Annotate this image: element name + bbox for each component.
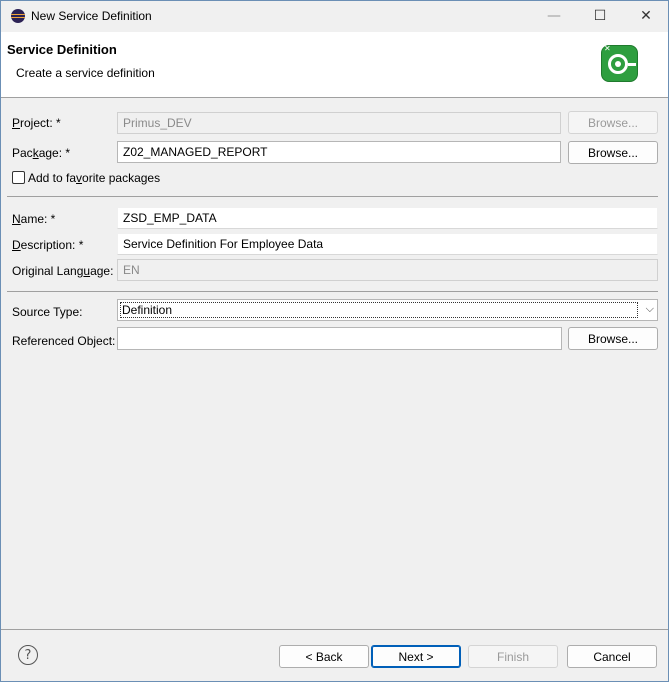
next-button[interactable]: Next > <box>371 645 461 668</box>
favorite-packages-checkbox[interactable] <box>12 171 25 184</box>
close-button[interactable]: ✕ <box>623 1 669 31</box>
referenced-object-field[interactable] <box>117 327 562 350</box>
referenced-object-label: Referenced Object: <box>12 334 116 348</box>
referenced-object-browse-button[interactable]: Browse... <box>568 327 658 350</box>
name-field[interactable]: ZSD_EMP_DATA <box>117 207 658 229</box>
package-label: Package: * <box>12 146 71 160</box>
minimize-button[interactable]: — <box>531 1 577 31</box>
project-field: Primus_DEV <box>117 112 561 134</box>
title-bar: New Service Definition — ☐ ✕ <box>1 1 668 31</box>
chevron-down-icon: ⌵ <box>645 302 654 315</box>
wizard-title: Service Definition <box>7 42 117 57</box>
separator <box>7 196 658 197</box>
maximize-button[interactable]: ☐ <box>577 1 623 31</box>
package-field[interactable]: Z02_MANAGED_REPORT <box>117 141 561 163</box>
source-type-select[interactable]: Definition ⌵ <box>117 299 658 321</box>
project-label: Project: * <box>12 116 61 130</box>
footer-separator <box>1 629 668 630</box>
finish-button: Finish <box>468 645 558 668</box>
x-mark-icon: ✕ <box>604 44 611 53</box>
original-language-label: Original Language: <box>12 264 114 278</box>
window-title: New Service Definition <box>31 9 152 23</box>
eclipse-icon <box>11 9 25 23</box>
service-definition-icon: ✕ <box>601 44 638 82</box>
separator <box>7 291 658 292</box>
name-label: Name: * <box>12 212 56 226</box>
wizard-description: Create a service definition <box>16 66 155 80</box>
back-button[interactable]: < Back <box>279 645 369 668</box>
description-field[interactable]: Service Definition For Employee Data <box>117 233 658 255</box>
description-label: Description: * <box>12 238 84 252</box>
cancel-button[interactable]: Cancel <box>567 645 657 668</box>
source-type-value: Definition <box>120 302 638 318</box>
help-icon[interactable]: ? <box>18 645 38 665</box>
favorite-packages-label: Add to favorite packages <box>28 171 161 185</box>
original-language-field: EN <box>117 259 658 281</box>
wizard-header: Service Definition Create a service defi… <box>1 32 668 98</box>
package-browse-button[interactable]: Browse... <box>568 141 658 164</box>
project-browse-button: Browse... <box>568 111 658 134</box>
dialog-window: New Service Definition — ☐ ✕ Service Def… <box>0 0 669 682</box>
source-type-label: Source Type: <box>12 305 83 319</box>
